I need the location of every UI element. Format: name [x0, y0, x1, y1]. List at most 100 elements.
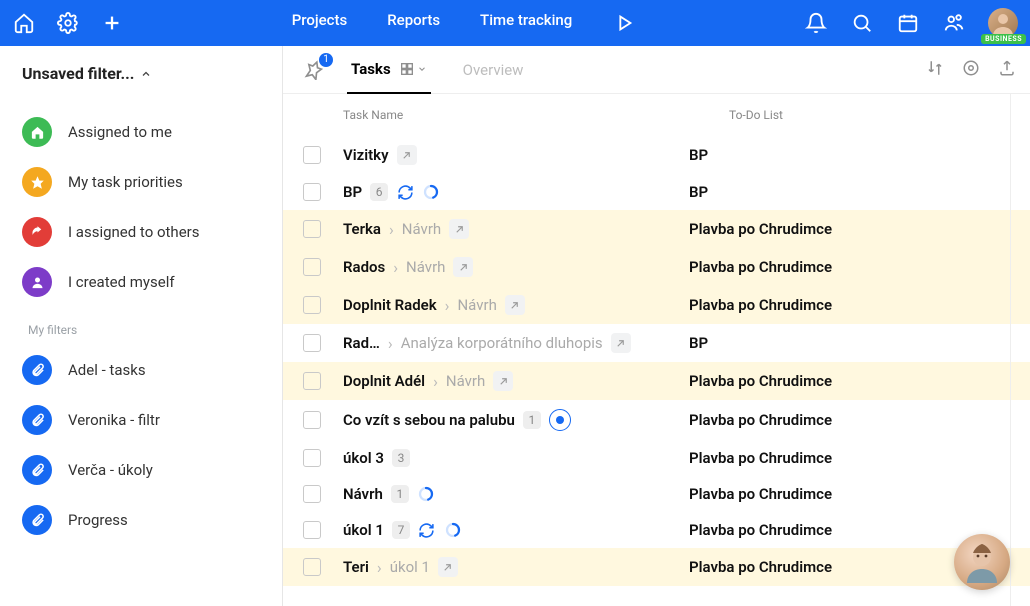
content-tabs: 1 Tasks Overview — [283, 46, 1030, 94]
sidebar-my-filter[interactable]: Adel - tasks — [0, 345, 282, 395]
task-checkbox[interactable] — [303, 372, 321, 390]
task-list-name: Plavba po Chrudimce — [681, 220, 1030, 238]
open-link-icon[interactable] — [505, 295, 525, 315]
recur-icon — [396, 183, 414, 201]
progress-icon — [422, 183, 440, 201]
task-checkbox[interactable] — [303, 521, 321, 539]
topbar-left — [12, 11, 124, 35]
share-icon — [22, 217, 52, 247]
sort-icon[interactable] — [926, 59, 944, 81]
sidebar-smart-filter[interactable]: I created myself — [0, 257, 282, 307]
task-checkbox[interactable] — [303, 258, 321, 276]
task-list-name: Plavba po Chrudimce — [681, 372, 1030, 390]
open-link-icon[interactable] — [438, 557, 458, 577]
chevron-down-icon — [417, 64, 427, 74]
chevron-up-icon — [140, 68, 152, 80]
breadcrumb-arrow-icon: › — [388, 334, 393, 353]
home-icon[interactable] — [12, 11, 36, 35]
sidebar-smart-filter[interactable]: My task priorities — [0, 157, 282, 207]
table-row[interactable]: Teri›úkol 1 Plavba po Chrudimce — [283, 548, 1030, 586]
progress-icon — [444, 521, 462, 539]
bell-icon[interactable] — [804, 11, 828, 35]
open-link-icon[interactable] — [449, 219, 469, 239]
calendar-icon[interactable] — [896, 11, 920, 35]
user-icon — [22, 267, 52, 297]
task-breadcrumb: Návrh — [457, 296, 496, 314]
status-icon — [549, 409, 571, 431]
open-link-icon[interactable] — [493, 371, 513, 391]
export-icon[interactable] — [998, 59, 1016, 81]
task-title: Návrh — [343, 485, 383, 503]
topbar-right: BUSINESS — [804, 8, 1018, 38]
task-list-name: Plavba po Chrudimce — [681, 296, 1030, 314]
tab-reports[interactable]: Reports — [387, 11, 440, 35]
gear-icon[interactable] — [56, 11, 80, 35]
filter-dropdown[interactable]: Unsaved filter... — [0, 64, 282, 107]
table-row[interactable]: Rados›Návrh Plavba po Chrudimce — [283, 248, 1030, 286]
table-row[interactable]: Terka›Návrh Plavba po Chrudimce — [283, 210, 1030, 248]
sidebar-item-label: Adel - tasks — [68, 361, 146, 379]
task-title: Co vzít s sebou na palubu — [343, 411, 515, 429]
table-row[interactable]: Rad…›Analýza korporátního dluhopis BP — [283, 324, 1030, 362]
sidebar-my-filter[interactable]: Verča - úkoly — [0, 445, 282, 495]
task-breadcrumb: úkol 1 — [390, 558, 430, 576]
task-breadcrumb: Návrh — [446, 372, 485, 390]
open-link-icon[interactable] — [453, 257, 473, 277]
play-icon[interactable] — [612, 11, 636, 35]
table-row[interactable]: Doplnit Adél›Návrh Plavba po Chrudimce — [283, 362, 1030, 400]
task-checkbox[interactable] — [303, 411, 321, 429]
sidebar-item-label: Assigned to me — [68, 123, 172, 141]
task-checkbox[interactable] — [303, 296, 321, 314]
table-row[interactable]: Vizitky BP — [283, 136, 1030, 174]
people-icon[interactable] — [942, 11, 966, 35]
clip-icon — [22, 405, 52, 435]
task-checkbox[interactable] — [303, 183, 321, 201]
task-checkbox[interactable] — [303, 449, 321, 467]
tab-projects[interactable]: Projects — [292, 11, 348, 35]
tab-timetracking[interactable]: Time tracking — [480, 11, 572, 35]
plus-icon[interactable] — [100, 11, 124, 35]
task-list-name: Plavba po Chrudimce — [681, 258, 1030, 276]
task-title: Terka — [343, 220, 381, 238]
grid-icon — [399, 61, 415, 77]
task-checkbox[interactable] — [303, 558, 321, 576]
open-link-icon[interactable] — [611, 333, 631, 353]
table-row[interactable]: BP 6 BP — [283, 174, 1030, 210]
subtask-count: 6 — [370, 183, 388, 201]
task-checkbox[interactable] — [303, 220, 321, 238]
search-icon[interactable] — [850, 11, 874, 35]
topbar: Projects Reports Time tracking BUSINESS — [0, 0, 1030, 46]
sidebar-item-label: My task priorities — [68, 173, 183, 191]
tab-overview[interactable]: Overview — [459, 46, 528, 94]
task-checkbox[interactable] — [303, 485, 321, 503]
col-task-name: Task Name — [343, 108, 721, 122]
sidebar-smart-filter[interactable]: Assigned to me — [0, 107, 282, 157]
topnav-tabs: Projects Reports Time tracking — [124, 11, 804, 35]
task-list-name: BP — [681, 183, 1030, 201]
clip-icon — [22, 455, 52, 485]
view-switcher[interactable] — [399, 61, 427, 77]
open-link-icon[interactable] — [397, 145, 417, 165]
task-checkbox[interactable] — [303, 146, 321, 164]
task-list-name: Plavba po Chrudimce — [681, 485, 1030, 503]
task-title: úkol 3 — [343, 449, 384, 467]
chat-avatar[interactable] — [954, 534, 1010, 590]
settings-icon[interactable] — [962, 59, 980, 81]
task-title: BP — [343, 183, 362, 201]
task-list-name: BP — [681, 146, 1030, 164]
table-row[interactable]: úkol 17 Plavba po Chrudimce — [283, 512, 1030, 548]
task-checkbox[interactable] — [303, 334, 321, 352]
table-row[interactable]: Doplnit Radek›Návrh Plavba po Chrudimce — [283, 286, 1030, 324]
table-row[interactable]: Návrh1 Plavba po Chrudimce — [283, 476, 1030, 512]
sidebar-smart-filter[interactable]: I assigned to others — [0, 207, 282, 257]
tab-tasks[interactable]: Tasks — [347, 46, 431, 94]
task-title: úkol 1 — [343, 521, 384, 539]
task-breadcrumb: Návrh — [406, 258, 445, 276]
table-row[interactable]: úkol 33 Plavba po Chrudimce — [283, 440, 1030, 476]
sidebar-my-filter[interactable]: Progress — [0, 495, 282, 545]
home-icon — [22, 117, 52, 147]
table-row[interactable]: Co vzít s sebou na palubu1 Plavba po Chr… — [283, 400, 1030, 440]
user-avatar[interactable]: BUSINESS — [988, 8, 1018, 38]
sidebar-my-filter[interactable]: Veronika - filtr — [0, 395, 282, 445]
pin-filter[interactable]: 1 — [303, 59, 325, 81]
